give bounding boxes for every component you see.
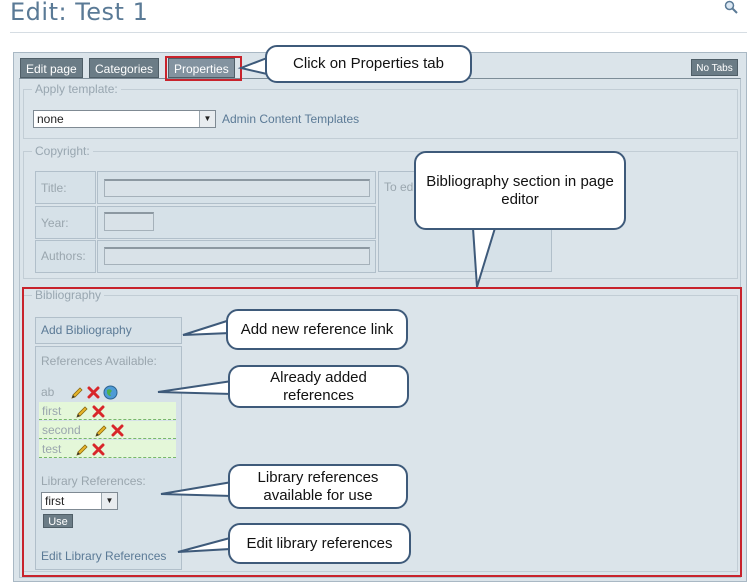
copyright-legend: Copyright: [32,144,93,158]
page-title: Edit: Test 1 [10,0,149,26]
search-icon[interactable] [724,0,738,14]
template-select[interactable]: none ▼ [33,110,216,128]
authors-input[interactable] [104,247,370,265]
callout-edit-library: Edit library references [228,523,411,564]
authors-label: Authors: [41,249,86,263]
callout-bibliography-section: Bibliography section in page editor [414,151,626,230]
title-input[interactable] [104,179,370,197]
title-divider [10,32,747,33]
callout-properties-tab: Click on Properties tab [265,45,472,83]
title-label: Title: [41,181,67,195]
template-select-value: none [37,112,64,126]
callout-library-available: Library references available for use [228,464,408,509]
year-input[interactable] [104,212,154,231]
chevron-down-icon: ▼ [199,111,215,127]
admin-content-templates-link[interactable]: Admin Content Templates [222,112,359,126]
tab-edit-page[interactable]: Edit page [20,58,83,78]
callout-add-reference: Add new reference link [226,309,408,350]
copyright-info-text: To ed [384,180,414,194]
no-tabs-button[interactable]: No Tabs [691,59,738,76]
year-label: Year: [41,216,69,230]
callout-added-references: Already added references [228,365,409,408]
apply-template-legend: Apply template: [32,82,121,96]
properties-tab-highlight [165,56,242,81]
tab-categories[interactable]: Categories [89,58,160,78]
